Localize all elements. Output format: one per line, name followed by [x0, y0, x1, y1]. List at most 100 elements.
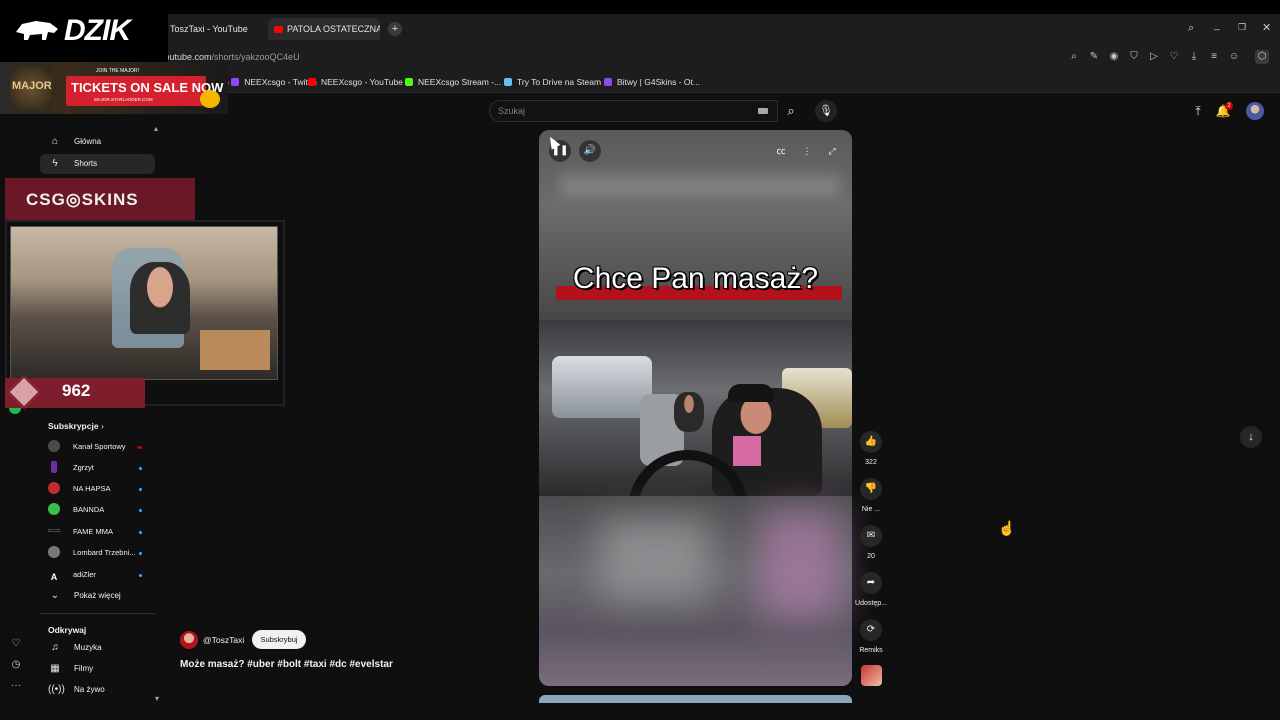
plus-icon[interactable]: +: [388, 22, 402, 36]
avatar[interactable]: [1246, 102, 1264, 120]
dislike-button[interactable]: 👎: [860, 478, 882, 500]
subscriptions-title[interactable]: Subskrypcje ›: [48, 421, 104, 431]
new-content-dot: [139, 574, 142, 577]
live-icon: ((•)): [48, 684, 65, 695]
tab-tosztaxi[interactable]: ToszTaxi - YouTube: [170, 18, 262, 40]
bookmark-g4skins[interactable]: Bitwy | G4Skins - Ot...: [604, 75, 700, 89]
sidebar-item-music[interactable]: ♫ Muzyka: [40, 638, 155, 658]
next-short-preview[interactable]: [539, 695, 852, 703]
minimize-icon[interactable]: _: [1214, 20, 1220, 31]
captions-icon[interactable]: ㏄: [772, 142, 790, 160]
bookmark-youtube[interactable]: NEEXcsgo - YouTube: [308, 75, 403, 89]
restore-icon[interactable]: ❐: [1238, 22, 1246, 33]
sidebar-item-home[interactable]: ⌂ Główna: [40, 132, 155, 152]
sidebar-item-label: Shorts: [74, 159, 98, 168]
home-icon: ⌂: [51, 136, 59, 147]
close-window-icon[interactable]: ✕: [1262, 21, 1271, 34]
upload-icon[interactable]: ⤒: [1189, 102, 1207, 120]
profile-icon[interactable]: ☺: [1227, 50, 1241, 64]
camera-icon[interactable]: ◉: [1107, 50, 1121, 64]
bookmark-label: NEEXcsgo Stream -...: [418, 77, 502, 87]
short-title[interactable]: Może masaż? #uber #bolt #taxi #dc #evels…: [180, 659, 393, 670]
sound-thumbnail[interactable]: [861, 665, 882, 686]
fullscreen-icon[interactable]: ⤢: [823, 142, 841, 160]
sub-item-label: Lombard Trzebni...: [73, 548, 136, 557]
sidebar-item-shorts[interactable]: ϟ Shorts: [40, 154, 155, 174]
sub-item-label: NA HAPSA: [73, 484, 111, 493]
sub-item-bannda[interactable]: BANNDA: [40, 500, 150, 520]
edit-icon[interactable]: ✎: [1087, 50, 1101, 64]
download-icon[interactable]: ⤓: [1187, 50, 1201, 64]
scroll-down-icon[interactable]: ▾: [155, 694, 159, 703]
heart-icon[interactable]: ♡: [1167, 50, 1181, 64]
new-content-dot: [139, 509, 142, 512]
sidebar-item-live[interactable]: ((•)) Na żywo: [40, 680, 155, 700]
play-icon[interactable]: ▷: [1147, 50, 1161, 64]
comment-icon: ✉: [866, 530, 876, 541]
sub-item-na-hapsa[interactable]: NA HAPSA: [40, 479, 150, 499]
comments-button[interactable]: ✉: [860, 525, 882, 547]
badge-icon: [200, 90, 220, 108]
tab-search-icon[interactable]: ⌕: [1188, 22, 1194, 35]
clock-icon[interactable]: ◷: [9, 659, 23, 673]
thumbs-up-icon: 👍: [864, 436, 878, 447]
volume-icon[interactable]: 🔊: [579, 140, 601, 162]
tab-label: PATOLA OSTATECZNA! M...: [287, 24, 380, 34]
sub-item-zgrzyt[interactable]: Zgrzyt: [40, 458, 150, 478]
bookmark-kick[interactable]: NEEXcsgo Stream -...: [405, 75, 501, 89]
remix-button[interactable]: ⟳: [860, 619, 882, 641]
notification-badge: 2: [1225, 102, 1233, 110]
music-icon: ♫: [51, 642, 59, 653]
more-icon[interactable]: ···: [9, 680, 23, 694]
channel-avatar[interactable]: [180, 631, 198, 649]
window-top-edge: [0, 0, 1280, 14]
subscribe-button[interactable]: Subskrybuj: [252, 630, 306, 649]
sub-item-label: FAME MMA: [73, 527, 114, 536]
bookmark-twitch[interactable]: ) NEEXcsgo - Twitch: [226, 75, 317, 89]
menu-icon[interactable]: ≡: [1207, 50, 1221, 64]
shield-icon[interactable]: ⛉: [1127, 50, 1141, 64]
bookmark-label: Try To Drive na Steam: [517, 77, 602, 87]
show-more-button[interactable]: ⌄ Pokaż więcej: [40, 586, 155, 606]
zoom-icon[interactable]: ⌕: [1067, 50, 1081, 64]
sub-item-adizler[interactable]: AadiZler: [40, 565, 150, 585]
more-options-icon[interactable]: ⋮: [798, 142, 816, 160]
webcam-desk: [200, 330, 270, 370]
address-bar[interactable]: youtube.com/shorts/yakzooQC4eU: [160, 47, 1272, 67]
youtube-icon: [274, 26, 283, 34]
subscriptions-label: Subskrypcje: [48, 421, 99, 431]
ticket-site: MAJOR.STARLADDER.COM: [94, 97, 153, 102]
like-button[interactable]: 👍: [860, 431, 882, 453]
sub-item-fame-mma[interactable]: FAME MMA: [40, 522, 150, 542]
heart-icon[interactable]: ♡: [9, 638, 23, 652]
sidebar-item-label: Muzyka: [74, 643, 102, 652]
tab-patola[interactable]: PATOLA OSTATECZNA! M...: [268, 18, 380, 40]
sub-item-kanal-sportowy[interactable]: Kanał Sportowy: [40, 437, 150, 457]
g4skins-icon: [604, 78, 612, 86]
channel-avatar: [51, 461, 57, 473]
sub-item-lombard[interactable]: Lombard Trzebni...: [40, 543, 150, 563]
search-button[interactable]: ⌕: [778, 100, 804, 122]
share-button[interactable]: ➦: [860, 572, 882, 594]
steam-icon: [504, 78, 512, 86]
ticket-text: TICKETS ON SALE NOW: [71, 80, 224, 95]
sub-item-label: adiZler: [73, 570, 96, 579]
brand-logo: DZIK: [64, 14, 131, 47]
keyboard-icon[interactable]: [758, 108, 768, 114]
thumbs-down-icon: 👎: [864, 483, 878, 494]
channel-name[interactable]: @ToszTaxi: [203, 635, 244, 645]
sub-item-label: BANNDA: [73, 505, 105, 514]
mic-icon[interactable]: 🎙: [815, 100, 837, 122]
dislike-label: Nie ...: [861, 506, 881, 513]
extension-icon[interactable]: ⬡: [1255, 50, 1269, 64]
boar-icon: [16, 21, 58, 40]
bookmark-steam[interactable]: Try To Drive na Steam: [504, 75, 601, 89]
search-icon: ⌕: [787, 103, 795, 118]
sidebar-item-films[interactable]: ▦ Filmy: [40, 659, 155, 679]
channel-avatar: [48, 529, 60, 532]
sidebar-item-label: Filmy: [74, 664, 94, 673]
next-short-button[interactable]: ↓: [1240, 426, 1262, 448]
search-input[interactable]: Szukaj: [489, 100, 778, 122]
bookmark-label: Bitwy | G4Skins - Ot...: [617, 77, 700, 87]
share-icon: ➦: [866, 577, 876, 588]
